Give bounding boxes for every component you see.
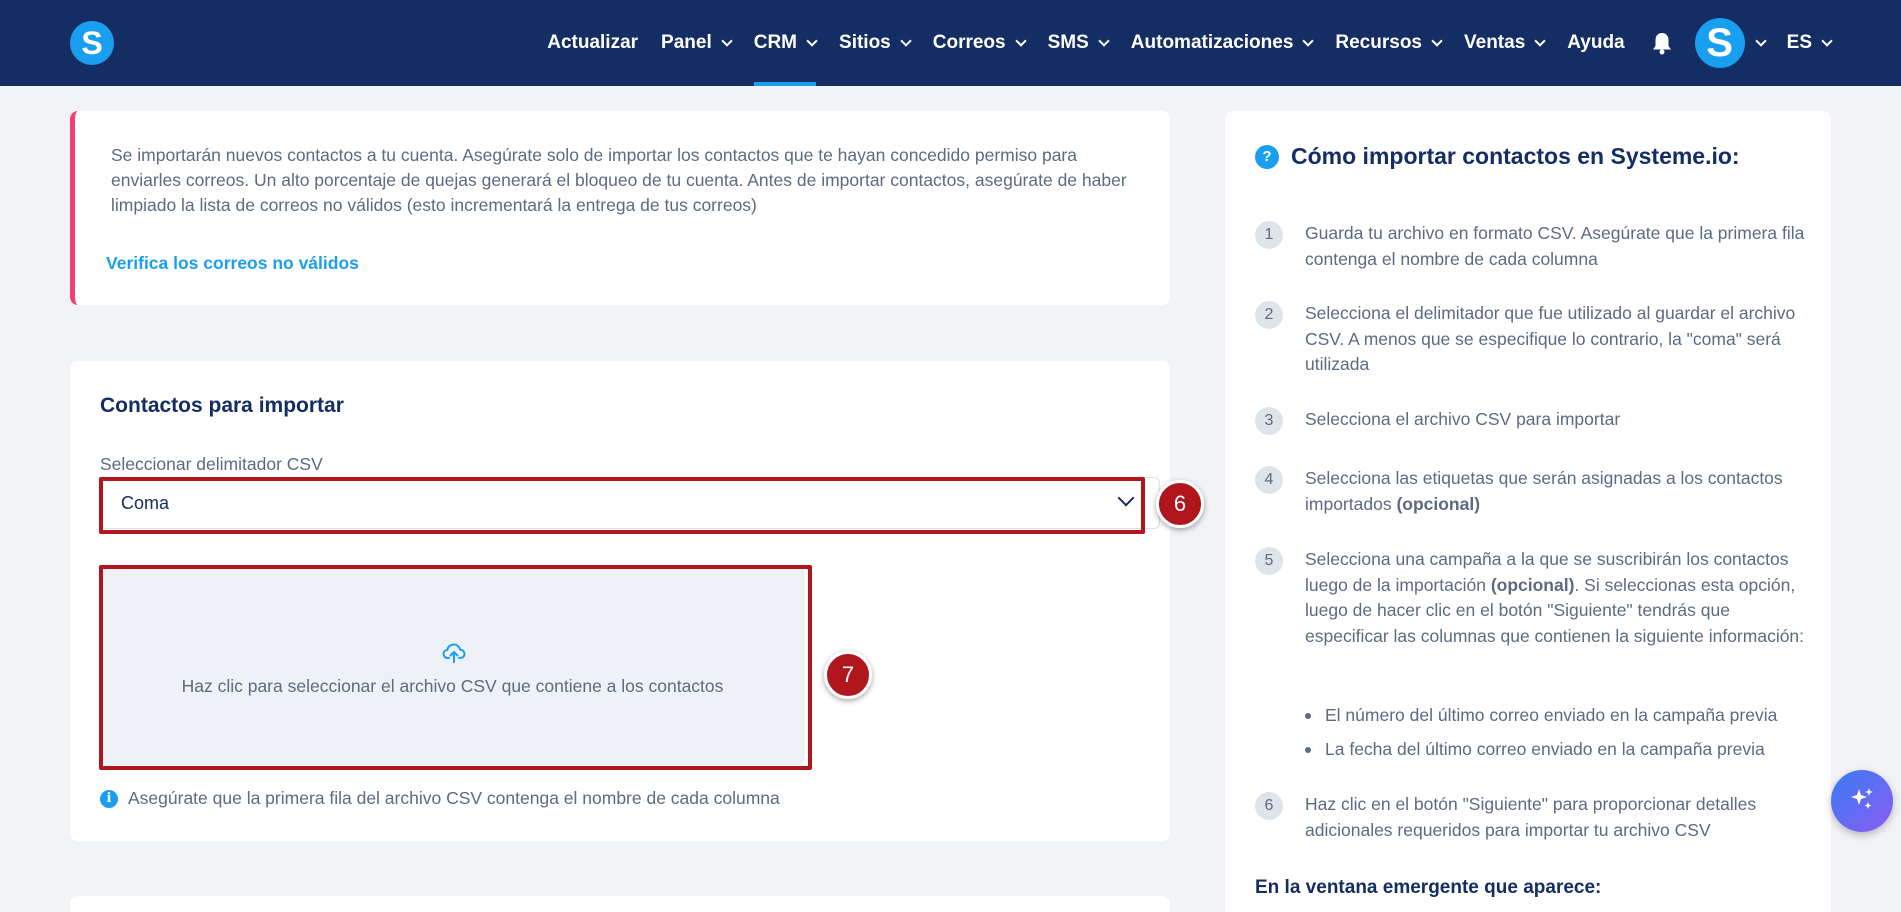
chevron-down-icon <box>806 34 818 47</box>
nav-item-automatizaciones[interactable]: Automatizaciones <box>1131 0 1315 86</box>
chevron-down-icon <box>1014 34 1027 47</box>
step-text: Selecciona el archivo CSV para importar <box>1305 409 1621 429</box>
chevron-down-icon <box>1431 34 1443 47</box>
help-bullet: La fecha del último correo enviado en la… <box>1305 739 1765 760</box>
step-number: 4 <box>1255 466 1283 494</box>
help-step: 2 Selecciona el delimitador que fue util… <box>1255 301 1815 378</box>
help-subtitle: En la ventana emergente que aparece: <box>1255 877 1602 898</box>
info-icon: i <box>100 789 118 808</box>
chevron-down-icon <box>1821 34 1833 47</box>
step-number: 6 <box>1255 792 1283 820</box>
step-badge-7: 7 <box>824 651 872 699</box>
step-number: 1 <box>1255 221 1283 249</box>
help-step: 4 Selecciona las etiquetas que serán asi… <box>1255 466 1815 517</box>
step-text: Selecciona las etiquetas que serán asign… <box>1305 468 1783 514</box>
help-step: 6 Haz clic en el botón "Siguiente" para … <box>1255 792 1815 843</box>
systeme-logo[interactable]: S <box>70 21 114 65</box>
nav-item-ventas[interactable]: Ventas <box>1464 0 1546 86</box>
chevron-down-icon <box>1098 34 1110 47</box>
next-section-card <box>70 896 1170 912</box>
import-help-card: ? Cómo importar contactos en Systeme.io:… <box>1225 111 1831 912</box>
nav-item-sitios[interactable]: Sitios <box>839 0 912 86</box>
nav-item-panel[interactable]: Panel <box>661 0 733 86</box>
step-badge-6: 6 <box>1156 480 1204 528</box>
step-number: 5 <box>1255 547 1283 575</box>
nav-item-sms[interactable]: SMS <box>1048 0 1110 86</box>
help-title: ? Cómo importar contactos en Systeme.io: <box>1255 143 1740 170</box>
nav-item-ayuda[interactable]: Ayuda <box>1567 0 1624 86</box>
avatar: S <box>1694 18 1745 68</box>
warning-text: Se importarán nuevos contactos a tu cuen… <box>111 145 1127 215</box>
nav-item-recursos[interactable]: Recursos <box>1335 0 1443 86</box>
step-number: 3 <box>1255 407 1283 435</box>
question-icon: ? <box>1255 144 1279 169</box>
highlight-box-dropzone <box>99 565 812 770</box>
ai-assistant-button[interactable] <box>1831 770 1893 832</box>
chevron-down-icon <box>1302 34 1315 47</box>
highlight-box-delimiter <box>99 477 1145 534</box>
main-nav: Actualizar Panel CRM Sitios Correos SMS … <box>524 0 1833 86</box>
delimiter-label: Seleccionar delimitador CSV <box>100 454 323 474</box>
help-step: 3 Selecciona el archivo CSV para importa… <box>1255 407 1815 435</box>
step-text: Guarda tu archivo en formato CSV. Asegúr… <box>1305 223 1805 269</box>
account-menu[interactable]: S <box>1673 0 1767 86</box>
verify-invalid-emails-link[interactable]: Verifica los correos no válidos <box>106 253 359 274</box>
sparkles-icon <box>1847 784 1877 819</box>
nav-item-actualizar[interactable]: Actualizar <box>547 0 638 86</box>
hint-text: Asegúrate que la primera fila del archiv… <box>128 788 780 808</box>
step-number: 2 <box>1255 301 1283 329</box>
chevron-down-icon <box>721 34 733 47</box>
chevron-down-icon <box>1534 34 1546 47</box>
step-text: Haz clic en el botón "Siguiente" para pr… <box>1305 794 1757 840</box>
nav-item-crm[interactable]: CRM <box>753 0 818 86</box>
top-navbar: S Actualizar Panel CRM Sitios Correos SM… <box>0 0 1901 86</box>
step-text: Selecciona una campaña a la que se suscr… <box>1305 549 1805 646</box>
bullet-dot <box>1305 746 1311 753</box>
help-bullet: El número del último correo enviado en l… <box>1305 705 1777 726</box>
help-step: 5 Selecciona una campaña a la que se sus… <box>1255 547 1815 649</box>
import-title: Contactos para importar <box>100 394 344 417</box>
chevron-down-icon <box>1754 34 1767 47</box>
step-text: Selecciona el delimitador que fue utiliz… <box>1305 303 1796 374</box>
bell-icon[interactable] <box>1651 32 1673 55</box>
language-selector[interactable]: ES <box>1787 0 1833 86</box>
chevron-down-icon <box>900 34 912 47</box>
import-warning-card: Se importarán nuevos contactos a tu cuen… <box>70 111 1170 305</box>
nav-item-correos[interactable]: Correos <box>933 0 1027 86</box>
help-step: 1 Guarda tu archivo en formato CSV. Aseg… <box>1255 221 1815 272</box>
csv-hint: i Asegúrate que la primera fila del arch… <box>100 788 780 809</box>
bullet-dot <box>1305 712 1311 719</box>
